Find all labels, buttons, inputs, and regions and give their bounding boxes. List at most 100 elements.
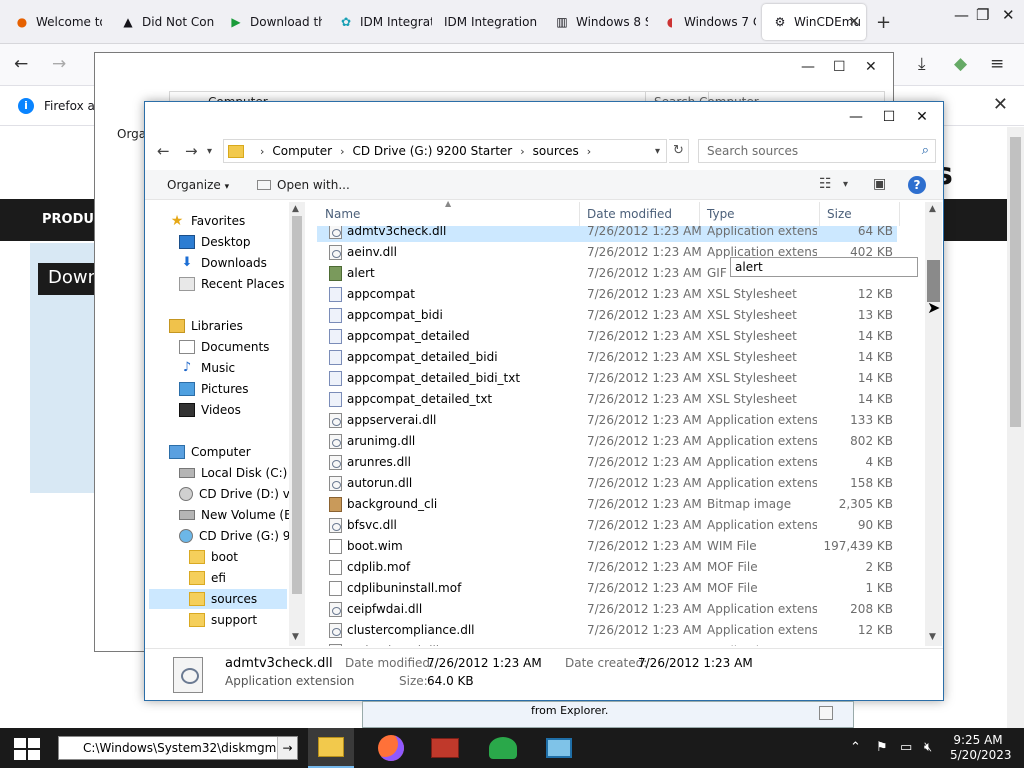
browser-tab[interactable]: ▲ Did Not Con	[110, 4, 214, 40]
flag-icon[interactable]: ⚑	[876, 740, 888, 755]
nav-item-support[interactable]: support	[189, 610, 257, 630]
browser-tab[interactable]: ✿ IDM Integrat	[328, 4, 432, 40]
nav-item-local-disk[interactable]: Local Disk (C:)	[179, 463, 287, 483]
page-scrollbar[interactable]	[1007, 127, 1024, 728]
file-row[interactable]: cmi2migxml.dll 7/26/2012 1:23 AM Applicati…	[317, 641, 897, 646]
taskbar-idm[interactable]	[480, 728, 526, 768]
refresh-icon[interactable]: ↻	[669, 139, 689, 163]
restore-icon[interactable]: ❐	[976, 6, 989, 24]
help-icon[interactable]: ?	[908, 176, 926, 194]
preview-pane-icon[interactable]: ▣	[873, 176, 886, 192]
forward-icon[interactable]: →	[185, 142, 198, 160]
breadcrumb-computer[interactable]: Computer	[272, 144, 332, 158]
file-row[interactable]: boot.wim 7/26/2012 1:23 AM WIM File 197,439…	[317, 536, 897, 557]
browser-tab[interactable]: ◖ Windows 7 C	[652, 4, 756, 40]
windows-start-icon[interactable]	[14, 738, 40, 760]
chevron-right-icon[interactable]: ›	[587, 145, 591, 158]
nav-item-libraries[interactable]: Libraries	[169, 316, 243, 336]
file-row[interactable]: ceipfwdai.dll 7/26/2012 1:23 AM Applicatio…	[317, 599, 897, 620]
file-row[interactable]: appcompat_detailed_bidi_txt 7/26/2012 1:2…	[317, 368, 897, 389]
taskbar-firefox[interactable]	[368, 728, 414, 768]
scroll-up-icon[interactable]: ▲	[929, 204, 936, 214]
file-row[interactable]: appcompat_detailed 7/26/2012 1:23 AM XSL S…	[317, 326, 897, 347]
menu-icon[interactable]: ≡	[990, 54, 1004, 74]
file-row[interactable]: bfsvc.dll 7/26/2012 1:23 AM Application ex…	[317, 515, 897, 536]
breadcrumb-drive[interactable]: CD Drive (G:) 9200 Starter	[352, 144, 512, 158]
organize-button[interactable]: Organize ▾	[167, 178, 229, 192]
nav-item-cd-drive-g[interactable]: CD Drive (G:) 920	[179, 526, 289, 546]
column-divider[interactable]	[899, 202, 900, 226]
chevron-up-icon[interactable]: ⌃	[850, 740, 861, 755]
volume-muted-icon[interactable]: 🔇︎	[924, 740, 932, 755]
rename-field[interactable]: alert	[730, 257, 918, 277]
nav-item-favorites[interactable]: ★ Favorites	[169, 211, 246, 231]
file-row[interactable]: appcompat_detailed_txt 7/26/2012 1:23 AM X…	[317, 389, 897, 410]
close-tab-icon[interactable]: ✕	[848, 14, 860, 30]
address-bar[interactable]: › Computer › CD Drive (G:) 9200 Starter …	[223, 139, 667, 163]
view-options-icon[interactable]: ☷	[819, 176, 832, 192]
maximize-icon[interactable]: ☐	[874, 106, 904, 128]
nav-item-boot[interactable]: boot	[189, 547, 238, 567]
nav-item-sources[interactable]: sources	[149, 589, 287, 609]
taskbar-file-explorer[interactable]	[308, 728, 354, 768]
taskbar-app[interactable]	[536, 728, 582, 768]
search-icon[interactable]: ⌕	[922, 143, 929, 158]
nav-item-efi[interactable]: efi	[189, 568, 226, 588]
nav-item-music[interactable]: ♪ Music	[179, 358, 235, 378]
chevron-down-icon[interactable]: ▾	[655, 146, 660, 157]
column-divider[interactable]	[699, 202, 700, 226]
minimize-icon[interactable]: —	[841, 106, 871, 128]
file-list-scrollbar[interactable]: ▲ ▼	[925, 202, 942, 646]
run-address-input[interactable]: C:\Windows\System32\diskmgm →	[58, 736, 298, 760]
file-row[interactable]: clustercompliance.dll 7/26/2012 1:23 AM Ap…	[317, 620, 897, 641]
file-row[interactable]: arunimg.dll 7/26/2012 1:23 AM Application …	[317, 431, 897, 452]
maximize-icon[interactable]: ☐	[833, 59, 846, 75]
nav-item-desktop[interactable]: Desktop	[179, 232, 251, 252]
back-icon[interactable]: ←	[14, 54, 28, 74]
file-row[interactable]: cdplib.mof 7/26/2012 1:23 AM MOF File 2 KB	[317, 557, 897, 578]
nav-item-videos[interactable]: Videos	[179, 400, 241, 420]
file-row[interactable]: appcompat 7/26/2012 1:23 AM XSL Stylesheet…	[317, 284, 897, 305]
nav-item-pictures[interactable]: Pictures	[179, 379, 249, 399]
close-icon[interactable]: ✕	[1002, 6, 1015, 24]
forward-icon[interactable]: →	[52, 54, 66, 74]
chevron-right-icon[interactable]: ›	[260, 145, 264, 158]
browser-tab-active[interactable]: ⚙ WinCDEmu ✕	[762, 4, 866, 40]
navigation-scrollbar[interactable]: ▲ ▼	[289, 202, 305, 646]
browser-tab[interactable]: ▥ Windows 8 S	[544, 4, 648, 40]
back-icon[interactable]: ←	[157, 142, 170, 160]
column-divider[interactable]	[579, 202, 580, 226]
network-icon[interactable]: ▭	[900, 740, 912, 755]
column-type[interactable]: Type	[707, 207, 735, 221]
file-row[interactable]: cdplibuninstall.mof 7/26/2012 1:23 AM MOF …	[317, 578, 897, 599]
nav-item-downloads[interactable]: ⬇ Downloads	[179, 253, 267, 273]
minimize-icon[interactable]: —	[954, 6, 969, 24]
open-with-button[interactable]: Open with...	[257, 178, 350, 192]
go-arrow-icon[interactable]: →	[277, 737, 297, 759]
file-row[interactable]: appcompat_detailed_bidi 7/26/2012 1:23 AM…	[317, 347, 897, 368]
column-divider[interactable]	[819, 202, 820, 226]
nav-item-computer[interactable]: Computer	[169, 442, 251, 462]
scroll-down-icon[interactable]: ▼	[929, 632, 936, 642]
column-name[interactable]: Name	[325, 207, 360, 221]
chevron-right-icon[interactable]: ›	[520, 145, 524, 158]
file-row[interactable]: autorun.dll 7/26/2012 1:23 AM Application …	[317, 473, 897, 494]
column-date-modified[interactable]: Date modified	[587, 207, 672, 221]
download-icon[interactable]: ⤓	[918, 54, 926, 74]
browser-tab[interactable]: ● Welcome to	[4, 4, 102, 40]
close-icon[interactable]: ✕	[865, 59, 877, 75]
scroll-thumb[interactable]	[292, 216, 302, 594]
nav-item-cd-drive-d[interactable]: CD Drive (D:) virt	[179, 484, 289, 504]
recent-locations-icon[interactable]: ▾	[207, 146, 212, 157]
file-row[interactable]: appcompat_bidi 7/26/2012 1:23 AM XSL Style…	[317, 305, 897, 326]
chevron-right-icon[interactable]: ›	[340, 145, 344, 158]
browser-tab[interactable]: IDM Integration	[434, 4, 540, 40]
checkbox[interactable]	[819, 706, 833, 720]
scroll-up-icon[interactable]: ▲	[292, 204, 299, 214]
nav-item-recent-places[interactable]: Recent Places	[179, 274, 284, 294]
scroll-down-icon[interactable]: ▼	[292, 632, 299, 642]
new-tab-icon[interactable]: +	[876, 12, 891, 33]
clock[interactable]: 9:25 AM 5/20/2023	[950, 733, 1012, 763]
extension-icon[interactable]: ◆	[954, 54, 967, 74]
taskbar-toolbox[interactable]	[422, 728, 468, 768]
